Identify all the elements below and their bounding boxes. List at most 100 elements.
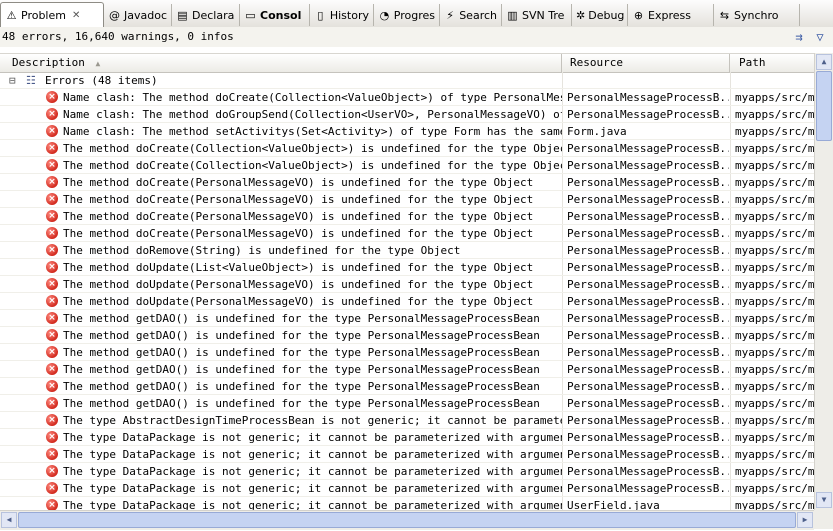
scroll-up-button[interactable]: ▲ (816, 54, 832, 70)
tab-label: Progres (393, 8, 435, 22)
table-row[interactable]: × Name clash: The method doCreate(Collect… (0, 89, 814, 106)
problem-resource: PersonalMessageProcessB... (567, 363, 729, 376)
tab-express[interactable]: ⊕ Express (628, 4, 714, 26)
tab-synchro[interactable]: ⇆ Synchro (714, 4, 800, 26)
problem-description: The method getDAO() is undefined for the… (63, 346, 540, 359)
javadoc-icon: @ (109, 8, 120, 22)
problem-description: The method getDAO() is undefined for the… (63, 380, 540, 393)
problem-description: Name clash: The method doCreate(Collecti… (63, 91, 562, 104)
scroll-right-button[interactable]: ▶ (797, 512, 813, 528)
problem-resource: UserField.java (567, 499, 660, 510)
scroll-left-button[interactable]: ◀ (1, 512, 17, 528)
expressions-icon: ⊕ (633, 8, 644, 22)
table-row[interactable]: × The method getDAO() is undefined for th… (0, 395, 814, 412)
error-icon: × (46, 108, 58, 120)
column-header-resource[interactable]: Resource (562, 54, 730, 72)
problem-resource: PersonalMessageProcessB... (567, 465, 729, 478)
table-row[interactable]: × The method getDAO() is undefined for th… (0, 310, 814, 327)
problem-resource: PersonalMessageProcessB... (567, 193, 729, 206)
error-icon: × (46, 380, 58, 392)
table-row[interactable]: × The method getDAO() is undefined for th… (0, 378, 814, 395)
tab-debug[interactable]: ✲ Debug (572, 4, 628, 26)
table-row[interactable]: × The method getDAO() is undefined for th… (0, 361, 814, 378)
vertical-scroll-thumb[interactable] (816, 71, 832, 141)
view-tab-bar: ⚠ Problem ✕ @ Javadoc ▤ Declara ▭ Consol ▯ History… (0, 0, 833, 28)
error-icon: × (46, 210, 58, 222)
problem-path: myapps/src/main (735, 244, 814, 257)
scroll-down-button[interactable]: ▼ (816, 492, 832, 508)
problem-resource: PersonalMessageProcessB... (567, 295, 729, 308)
vertical-scrollbar[interactable]: ▲ ▼ (814, 53, 833, 510)
problem-path: myapps/src/main (735, 278, 814, 291)
table-row[interactable]: × The method doUpdate(PersonalMessageVO) … (0, 293, 814, 310)
table-row[interactable]: × The method doRemove(String) is undefine… (0, 242, 814, 259)
tab-consol[interactable]: ▭ Consol (240, 4, 310, 26)
table-row[interactable]: × The method doCreate(Collection<ValueObj… (0, 157, 814, 174)
problem-path: myapps/src/main (735, 125, 814, 138)
error-icon: × (46, 363, 58, 375)
tab-svn-tre[interactable]: ▥ SVN Tre (502, 4, 572, 26)
problem-description: The type DataPackage is not generic; it … (63, 482, 562, 495)
tab-declara[interactable]: ▤ Declara (172, 4, 240, 26)
table-row[interactable]: × The method getDAO() is undefined for th… (0, 327, 814, 344)
tab-javadoc[interactable]: @ Javadoc (104, 4, 172, 26)
table-row[interactable]: × The method getDAO() is undefined for th… (0, 344, 814, 361)
horizontal-scroll-thumb[interactable] (18, 512, 796, 528)
error-icon: × (46, 193, 58, 205)
problem-description: The type DataPackage is not generic; it … (63, 448, 562, 461)
error-icon: × (46, 278, 58, 290)
tab-progres[interactable]: ◔ Progres (374, 4, 440, 26)
table-row[interactable]: × The type AbstractDesignTimeProcessBean … (0, 412, 814, 429)
tab-label: History (329, 8, 369, 22)
table-row[interactable]: × The type DataPackage is not generic; it… (0, 446, 814, 463)
problem-path: myapps/src/main (735, 397, 814, 410)
problem-description: The method doUpdate(PersonalMessageVO) i… (63, 295, 534, 308)
table-row[interactable]: × The method doCreate(Collection<ValueObj… (0, 140, 814, 157)
collapse-toggle-icon[interactable]: ⊟ (9, 72, 21, 89)
error-icon: × (46, 346, 58, 358)
column-label-description: Description (12, 56, 85, 69)
svn-tree-icon: ▥ (507, 8, 518, 22)
problem-resource: PersonalMessageProcessB... (567, 142, 729, 155)
problem-description: The type DataPackage is not generic; it … (63, 431, 562, 444)
history-icon: ▯ (317, 8, 324, 22)
table-row[interactable]: × The method doUpdate(PersonalMessageVO) … (0, 276, 814, 293)
error-icon: × (46, 448, 58, 460)
problem-path: myapps/src/main (735, 210, 814, 223)
problem-resource: PersonalMessageProcessB... (567, 244, 729, 257)
table-row[interactable]: × The method doCreate(PersonalMessageVO) … (0, 191, 814, 208)
table-row[interactable]: × Name clash: The method setActivitys(Set… (0, 123, 814, 140)
table-row[interactable]: × Name clash: The method doGroupSend(Coll… (0, 106, 814, 123)
table-row[interactable]: × The method doCreate(PersonalMessageVO) … (0, 225, 814, 242)
group-row-errors[interactable]: ⊟ ☷ Errors (48 items) (0, 72, 814, 89)
tab-history[interactable]: ▯ History (310, 4, 374, 26)
column-label-resource: Resource (570, 56, 623, 69)
table-row[interactable]: × The type DataPackage is not generic; it… (0, 497, 814, 510)
problem-path: myapps/src/main (735, 312, 814, 325)
problem-path: myapps/src/main (735, 142, 814, 155)
table-row[interactable]: × The method doCreate(PersonalMessageVO) … (0, 208, 814, 225)
table-row[interactable]: × The type DataPackage is not generic; it… (0, 480, 814, 497)
close-icon[interactable]: ✕ (72, 10, 80, 21)
table-row[interactable]: × The type DataPackage is not generic; it… (0, 429, 814, 446)
problem-path: myapps/src/main (735, 363, 814, 376)
search-icon: ⚡ (446, 8, 454, 22)
problem-path: myapps/src/main (735, 261, 814, 274)
tab-label: Search (459, 8, 497, 22)
tab-search[interactable]: ⚡ Search (440, 4, 502, 26)
table-row[interactable]: × The type DataPackage is not generic; it… (0, 463, 814, 480)
filter-icon[interactable]: ⇉ (791, 29, 807, 45)
problem-description: The method doCreate(PersonalMessageVO) i… (63, 210, 534, 223)
problem-path: myapps/src/main (735, 159, 814, 172)
column-header-description[interactable]: Description ▲ (0, 54, 562, 72)
problem-resource: PersonalMessageProcessB... (567, 278, 729, 291)
error-icon: × (46, 499, 58, 510)
horizontal-scrollbar[interactable]: ◀ ▶ (0, 510, 814, 530)
tab-problem[interactable]: ⚠ Problem ✕ (0, 2, 104, 28)
table-row[interactable]: × The method doCreate(PersonalMessageVO) … (0, 174, 814, 191)
problem-path: myapps/src/main (735, 380, 814, 393)
column-header-path[interactable]: Path (730, 54, 814, 72)
view-menu-icon[interactable]: ▽ (812, 29, 828, 45)
table-row[interactable]: × The method doUpdate(List<ValueObject>) … (0, 259, 814, 276)
problem-path: myapps/src/main (735, 465, 814, 478)
